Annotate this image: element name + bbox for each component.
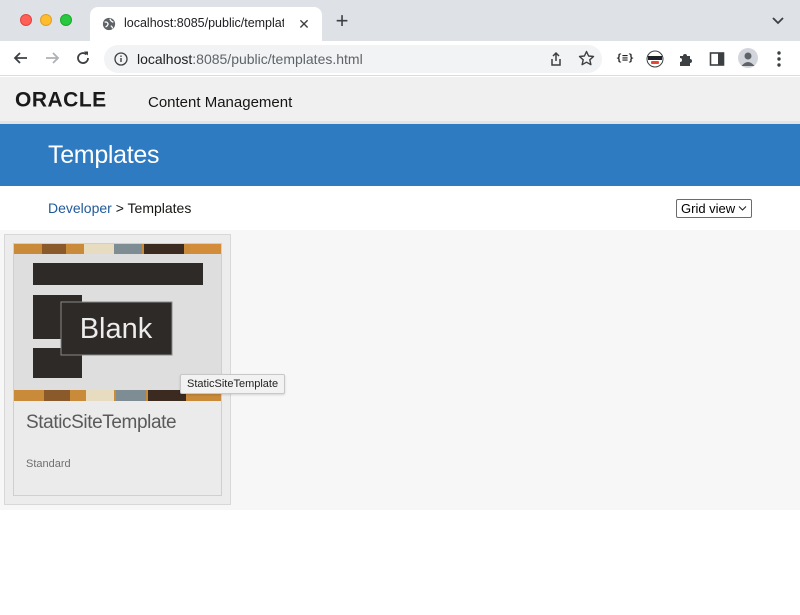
breadcrumb-bar: Developer > Templates Grid view [0, 186, 800, 230]
share-icon[interactable] [548, 51, 564, 67]
template-name[interactable]: StaticSiteTemplate [26, 412, 177, 434]
minimize-window-button[interactable] [40, 14, 52, 26]
page-title: Templates [48, 141, 160, 169]
profile-avatar[interactable] [738, 48, 758, 68]
more-menu-icon[interactable] [771, 50, 787, 68]
back-arrow-icon[interactable] [12, 49, 30, 67]
chevron-down-icon[interactable] [770, 14, 786, 28]
person-icon [741, 52, 755, 66]
breadcrumb-separator: > [111, 200, 128, 216]
template-card-wrapper[interactable]: Blank StaticSiteTemplate Standard [4, 234, 231, 505]
reload-icon[interactable] [74, 49, 92, 67]
url-path: :8085/public/templates.html [192, 51, 363, 67]
url-text: localhost:8085/public/templates.html [137, 51, 363, 67]
oracle-logo[interactable]: ORACLE [15, 89, 143, 109]
forward-arrow-icon[interactable] [43, 49, 61, 67]
close-tab-icon[interactable]: ✕ [296, 16, 312, 32]
thumbnail-label: Blank [80, 313, 153, 345]
side-panel-icon[interactable] [708, 50, 726, 68]
templates-grid: Blank StaticSiteTemplate Standard [0, 230, 800, 510]
address-bar[interactable]: localhost:8085/public/templates.html [104, 45, 602, 73]
product-name: Content Management [148, 94, 293, 111]
thumbnail-header-block [33, 263, 203, 285]
breadcrumb-current: Templates [127, 200, 192, 216]
view-mode-select[interactable]: Grid view [676, 199, 752, 218]
template-tooltip: StaticSiteTemplate [180, 374, 286, 394]
tab-title: localhost:8085/public/template [124, 16, 284, 30]
new-tab-icon[interactable]: + [332, 10, 352, 32]
site-info-icon[interactable] [114, 52, 128, 66]
puzzle-extensions-icon[interactable] [677, 50, 695, 68]
page-banner: Templates [0, 124, 800, 186]
template-type: Standard [26, 458, 71, 470]
oracle-logo-text: ORACLE [15, 89, 107, 109]
chevron-down-icon [738, 206, 747, 211]
bookmark-star-icon[interactable] [578, 50, 595, 67]
browser-tab-bar: localhost:8085/public/template ✕ + [0, 0, 800, 41]
url-host: localhost [137, 51, 193, 67]
json-extension-icon[interactable]: {≡} [616, 50, 634, 68]
app-header: ORACLE Content Management [0, 77, 800, 121]
maximize-window-button[interactable] [60, 14, 72, 26]
template-card[interactable]: Blank StaticSiteTemplate Standard [13, 243, 222, 496]
browser-toolbar: localhost:8085/public/templates.html {≡} [0, 41, 800, 76]
breadcrumb-developer-link[interactable]: Developer [48, 200, 112, 216]
breadcrumb: Developer > Templates [48, 200, 191, 216]
globe-icon [102, 17, 116, 31]
incognito-extension-icon[interactable] [646, 50, 664, 68]
close-window-button[interactable] [20, 14, 32, 26]
view-mode-value: Grid view [681, 201, 736, 216]
browser-tab[interactable]: localhost:8085/public/template ✕ [90, 7, 322, 41]
